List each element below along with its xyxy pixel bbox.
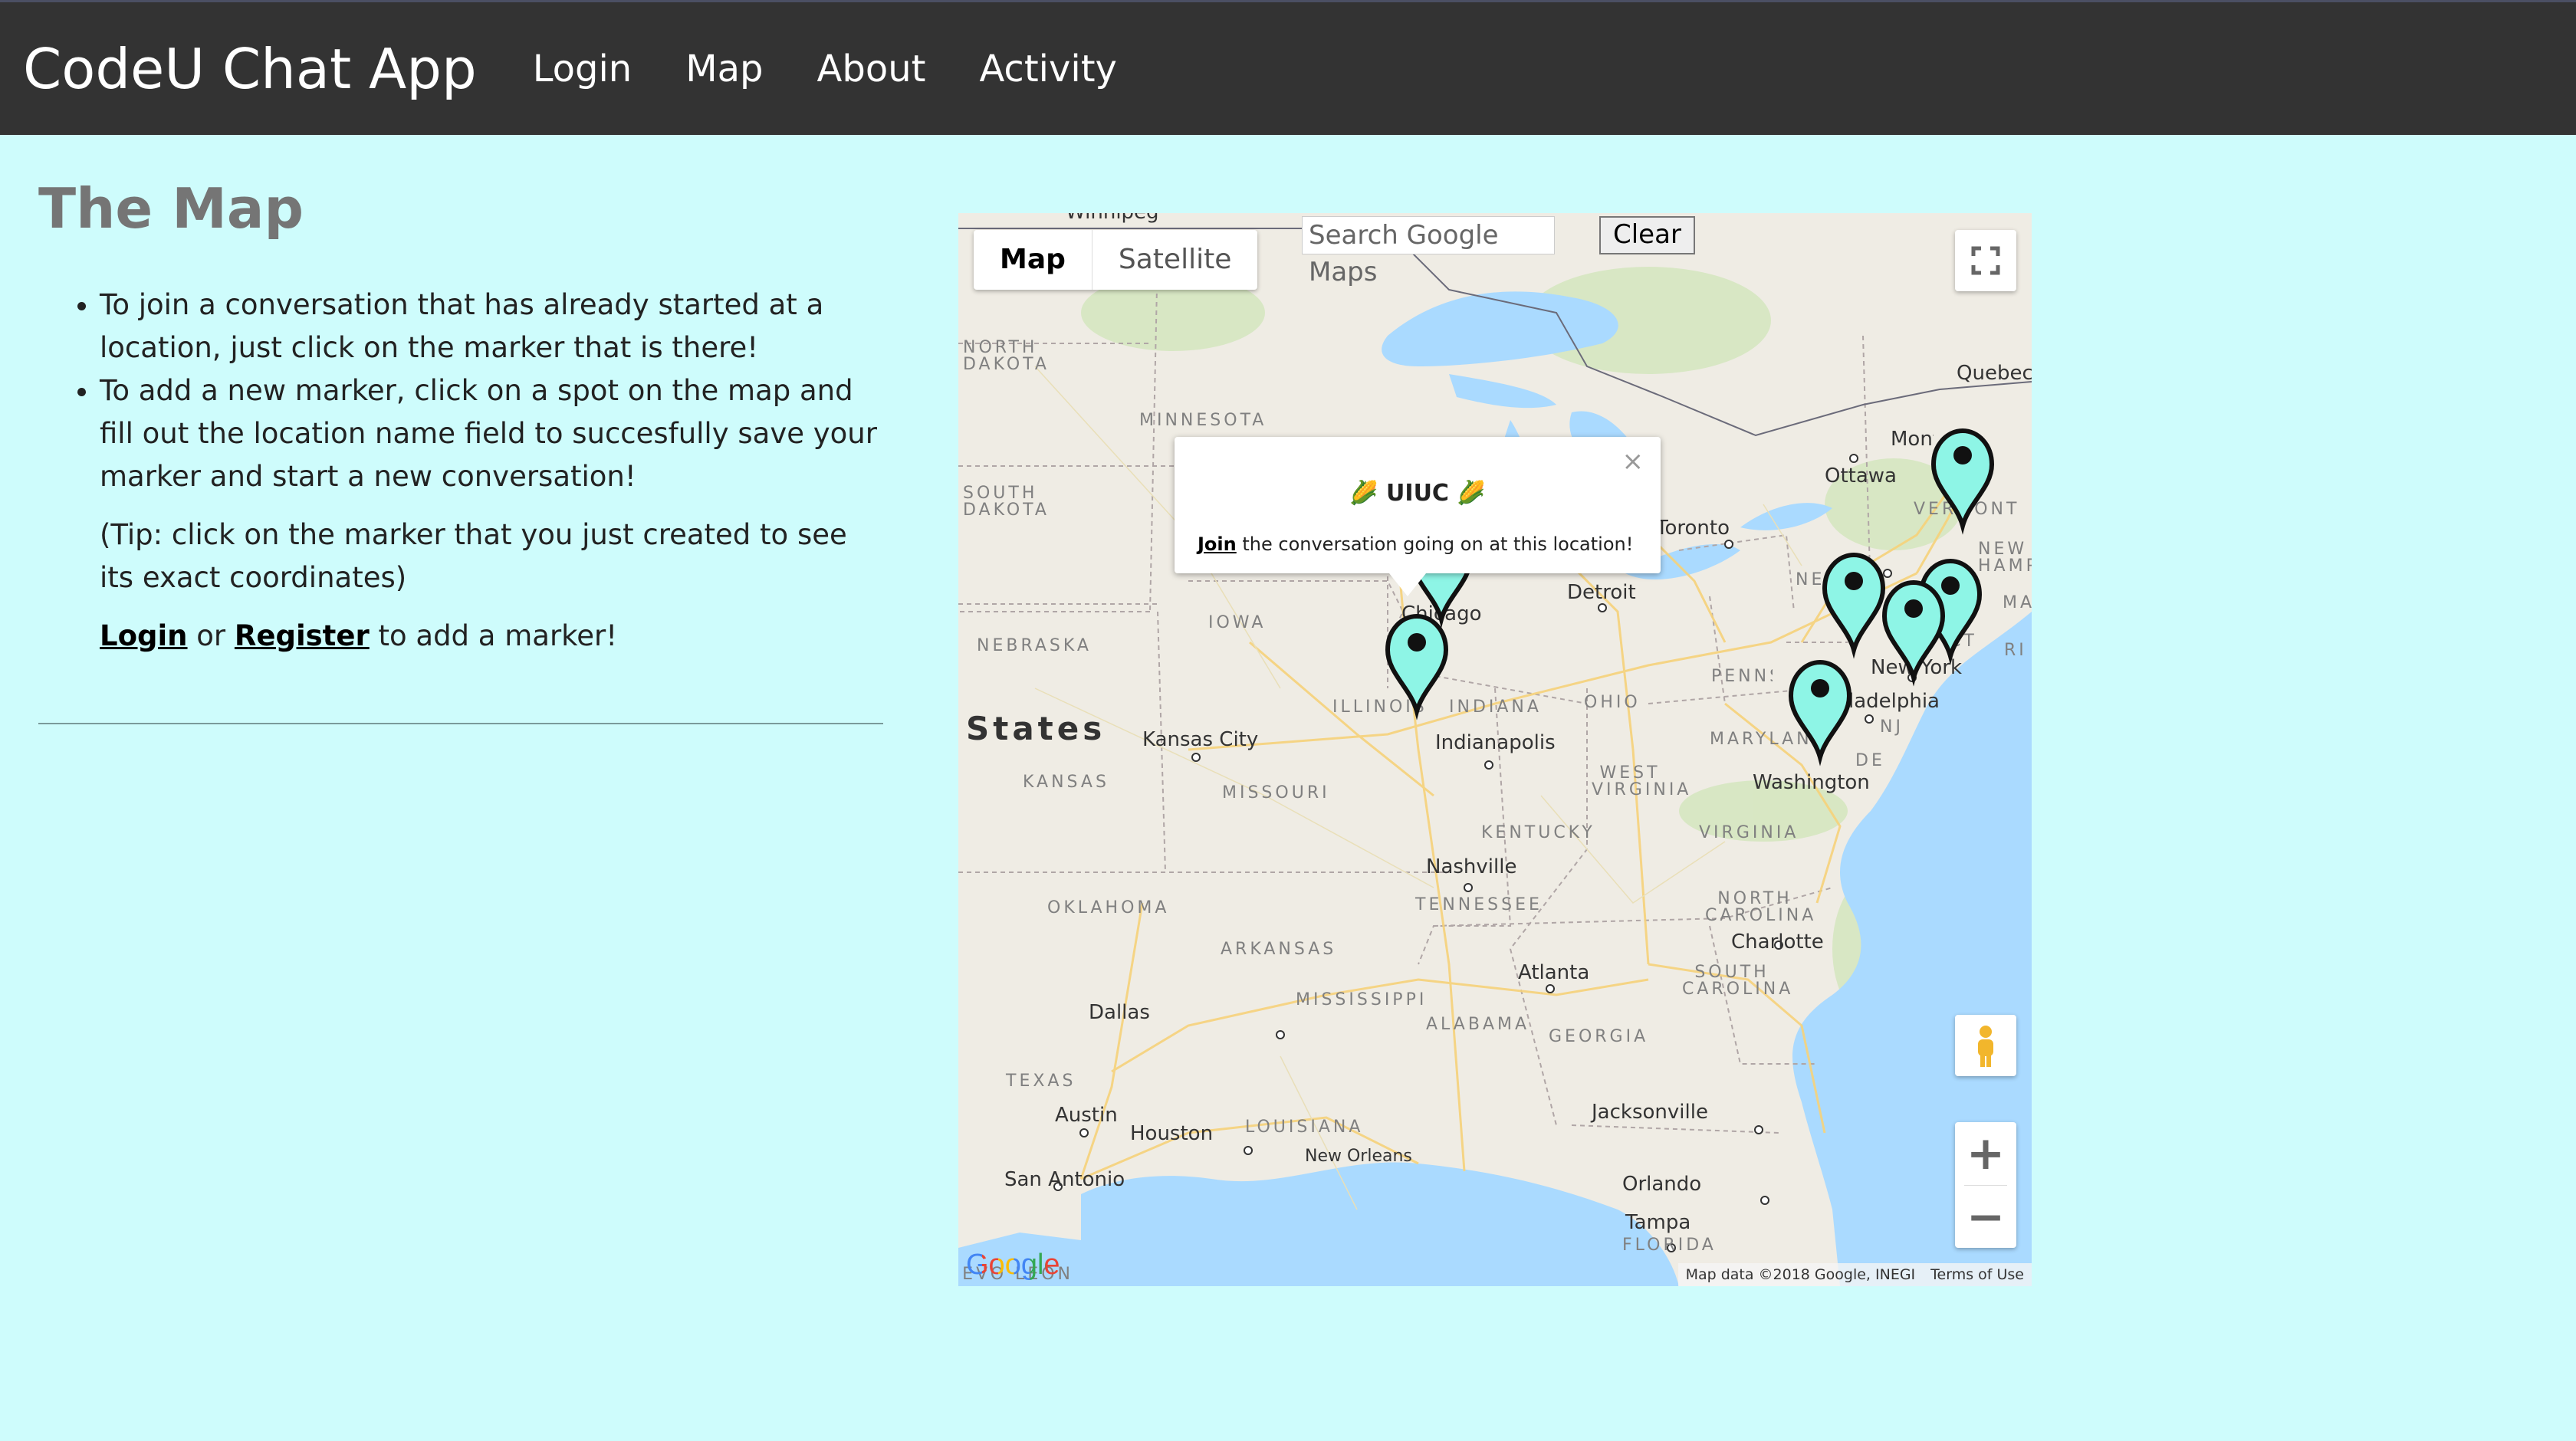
register-link[interactable]: Register <box>235 619 370 652</box>
info-window-text: the conversation going on at this locati… <box>1242 533 1634 555</box>
or-text: or <box>196 619 226 652</box>
page-title: The Map <box>38 176 304 241</box>
nav-login-link[interactable]: Login <box>533 48 632 90</box>
google-logo-text: Google <box>966 1249 1060 1281</box>
nav-map-link[interactable]: Map <box>685 48 763 90</box>
instruction-add: To add a new marker, click on a spot on … <box>100 369 889 498</box>
info-window: × 🌽 UIUC 🌽 Join the conversation going o… <box>1175 437 1661 596</box>
terms-link[interactable]: Terms of Use <box>1930 1263 2024 1286</box>
zoom-in-button[interactable]: + <box>1955 1122 2016 1185</box>
login-prompt: Login or Register to add a marker! <box>100 615 889 658</box>
zoom-control: + − <box>1955 1122 2016 1248</box>
google-logo[interactable]: Google <box>966 1249 1060 1282</box>
nav-activity-link[interactable]: Activity <box>979 48 1117 90</box>
google-map[interactable]: NORTH DAKOTA MINNESOTA SOUTH DAKOTA NEBR… <box>958 213 2032 1286</box>
street-view-button[interactable] <box>1955 1015 2016 1076</box>
divider <box>38 723 883 724</box>
map-type-map-button[interactable]: Map <box>974 230 1092 290</box>
map-type-satellite-button[interactable]: Satellite <box>1092 230 1257 290</box>
app-title[interactable]: CodeU Chat App <box>23 37 477 101</box>
login-link[interactable]: Login <box>100 619 188 652</box>
fullscreen-icon <box>1971 246 2000 275</box>
tip-text: (Tip: click on the marker that you just … <box>100 518 847 594</box>
map-type-control: Map Satellite <box>974 230 1258 290</box>
marker-uiuc[interactable] <box>1388 616 1446 711</box>
pegman-icon <box>1978 1026 1993 1067</box>
marker-montreal[interactable] <box>1934 431 1992 526</box>
map-search-input[interactable]: Search Google Maps <box>1302 216 1555 287</box>
join-link[interactable]: Join <box>1198 533 1237 555</box>
nav-about-link[interactable]: About <box>817 48 926 90</box>
login-suffix: to add a marker! <box>378 619 618 652</box>
zoom-out-button[interactable]: − <box>1955 1186 2016 1249</box>
marker-washington[interactable] <box>1791 662 1849 757</box>
info-window-body: Join the conversation going on at this l… <box>1198 533 1633 555</box>
attribution-text: Map data ©2018 Google, INEGI <box>1685 1266 1916 1283</box>
info-window-title: 🌽 UIUC 🌽 <box>1349 480 1486 507</box>
navbar: CodeU Chat App Login Map About Activity <box>0 0 2576 135</box>
close-icon[interactable]: × <box>1622 446 1644 477</box>
instruction-join: To join a conversation that has already … <box>100 284 889 369</box>
map-attribution: Map data ©2018 Google, INEGI Terms of Us… <box>1677 1263 2032 1286</box>
fullscreen-button[interactable] <box>1955 230 2016 291</box>
markers-layer <box>958 213 2032 1286</box>
marker-northeast-1[interactable] <box>1825 555 1883 650</box>
page-content: The Map To join a conversation that has … <box>38 135 889 724</box>
marker-new-york[interactable] <box>1884 583 1943 678</box>
instructions-list: To join a conversation that has already … <box>38 284 889 498</box>
clear-button[interactable]: Clear <box>1599 216 1695 254</box>
